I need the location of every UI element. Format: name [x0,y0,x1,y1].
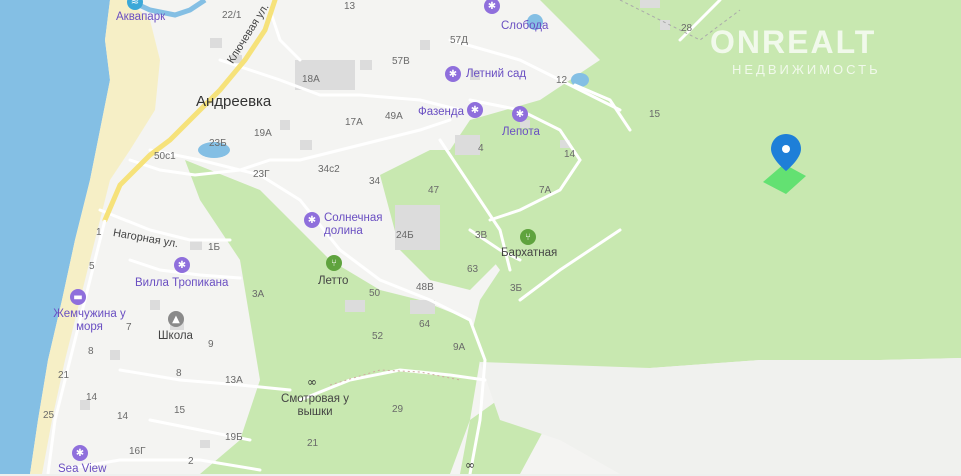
house-number: 15 [174,405,186,416]
house-number: 14 [117,411,129,422]
house-number: 50 [369,288,381,299]
house-number: 3А [252,289,265,300]
poi-shkola[interactable]: Школа [158,330,193,343]
palm-tree-icon[interactable]: ✱ [304,212,320,228]
poi-zhemchuzhina[interactable]: Жемчужина у моря [42,308,137,333]
palm-tree-icon[interactable]: ✱ [467,102,483,118]
house-number: 9А [453,342,466,353]
house-number: 47 [428,185,440,196]
watermark-sub: НЕДВИЖИМОСТЬ [732,62,881,77]
house-number: 18А [302,74,320,85]
poi-smotrovaya[interactable]: Смотровая у вышки [270,393,360,418]
house-number: 2 [188,456,194,467]
house-number: 57Д [450,35,468,46]
house-number: 14 [86,392,98,403]
house-number: 16Г [129,446,146,457]
house-number: 7 [126,322,132,333]
house-number: 23Г [253,169,270,180]
house-number: 9 [208,339,214,350]
palm-tree-icon[interactable]: ✱ [512,106,528,122]
house-number: 5 [89,261,95,272]
house-number: 34 [369,176,381,187]
graduation-cap-icon[interactable]: ▲ [168,311,184,327]
house-number: 21 [307,438,319,449]
poi-solnechnaya-dolina[interactable]: Солнечная долина [324,212,394,237]
house-number: 1 [96,227,102,238]
house-number: 49А [385,111,403,122]
house-number: 23Б [209,138,227,149]
binoculars-icon[interactable]: ∞ [465,459,475,471]
palm-tree-icon[interactable]: ✱ [174,257,190,273]
poi-barkhatnaya[interactable]: Бархатная [501,247,557,260]
house-number: 34с2 [318,164,340,175]
place-andreevka: Андреевка [196,93,272,110]
house-number: 21 [58,370,70,381]
house-number: 4 [478,143,484,154]
house-number: 8 [176,368,182,379]
house-number: 48В [416,282,434,293]
house-number: 50с1 [154,151,176,162]
house-number: 28 [681,23,693,34]
house-number: 3В [475,230,488,241]
house-number: 12 [556,75,568,86]
poi-letniy-sad[interactable]: Летний сад [466,68,526,81]
palm-tree-icon[interactable]: ✱ [445,66,461,82]
bed-icon[interactable]: ▬ [70,289,86,305]
house-number: 22/1 [222,10,242,21]
house-number: 19Б [225,432,243,443]
house-number: 13А [225,375,243,386]
watermark-brand: ONREALT [710,24,877,60]
house-number: 7А [539,185,552,196]
poi-lepota[interactable]: Лепота [502,126,540,139]
house-number: 29 [392,404,404,415]
house-number: 24Б [396,230,414,241]
poi-fazenda[interactable]: Фазенда [418,106,464,119]
house-number: 13 [344,1,356,12]
house-number: 57В [392,56,410,67]
house-number: 8 [88,346,94,357]
poi-sloboda[interactable]: Слобода [501,20,548,33]
house-number: 63 [467,264,479,275]
fork-knife-icon[interactable]: ⑂ [520,229,536,245]
palm-tree-icon[interactable]: ✱ [72,445,88,461]
house-number: 17А [345,117,363,128]
house-number: 19А [254,128,272,139]
fork-knife-icon[interactable]: ⑂ [326,255,342,271]
poi-akvapark[interactable]: Аквапарк [116,11,165,24]
house-number: 64 [419,319,431,330]
house-number: 1Б [208,242,221,253]
house-number: 15 [649,109,661,120]
house-number: 14 [564,149,576,160]
house-number: 3Б [510,283,523,294]
poi-letto[interactable]: Летто [318,275,348,288]
poi-villa-tropikana[interactable]: Вилла Тропикана [135,277,228,290]
binoculars-icon[interactable]: ∞ [307,376,317,388]
house-number: 52 [372,331,384,342]
house-number: 25 [43,410,55,421]
